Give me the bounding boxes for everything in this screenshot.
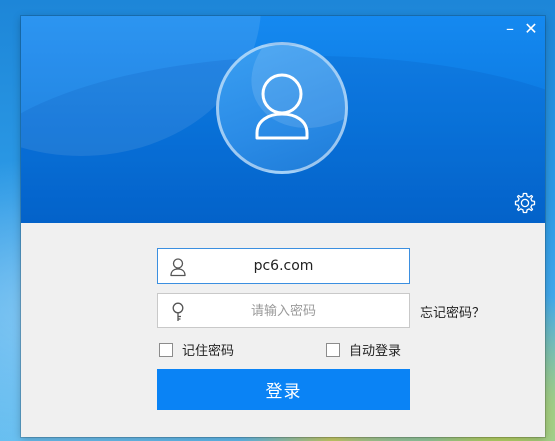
password-input[interactable] bbox=[196, 294, 371, 327]
auto-login-checkbox[interactable]: 自动登录 bbox=[326, 340, 402, 359]
close-button[interactable]: ✕ bbox=[521, 20, 541, 38]
gear-icon bbox=[514, 192, 536, 214]
settings-button[interactable] bbox=[514, 192, 536, 214]
login-window: – ✕ 忘记密码？ 记住密码 自动登录 登录 bbox=[21, 16, 545, 437]
remember-password-label: 记住密码 bbox=[182, 344, 235, 359]
minimize-button[interactable]: – bbox=[500, 20, 520, 38]
password-field[interactable] bbox=[157, 293, 410, 328]
remember-password-checkbox[interactable]: 记住密码 bbox=[159, 340, 235, 359]
auto-login-label: 自动登录 bbox=[349, 344, 402, 359]
user-outline-icon bbox=[170, 258, 186, 277]
user-icon bbox=[255, 73, 309, 140]
username-field[interactable] bbox=[157, 248, 410, 284]
avatar[interactable] bbox=[216, 42, 348, 174]
username-input[interactable] bbox=[196, 249, 371, 283]
login-button[interactable]: 登录 bbox=[157, 369, 410, 410]
auto-login-box[interactable] bbox=[326, 342, 340, 357]
key-icon bbox=[172, 302, 184, 321]
forgot-password-link[interactable]: 忘记密码？ bbox=[420, 302, 485, 321]
remember-password-box[interactable] bbox=[159, 342, 173, 357]
